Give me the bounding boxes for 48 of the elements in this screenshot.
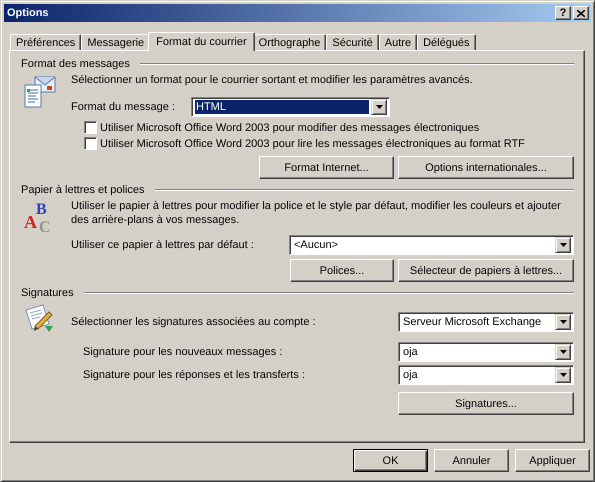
caret-icon — [560, 350, 566, 354]
close-icon — [577, 10, 585, 16]
caret-icon — [560, 373, 566, 377]
tab[interactable]: Format du courrier — [148, 32, 255, 51]
checkbox[interactable] — [84, 137, 97, 150]
dropdown-field[interactable]: oja — [398, 342, 574, 362]
help-button[interactable]: ? — [555, 6, 571, 20]
option-button[interactable]: Polices... — [290, 259, 394, 282]
dropdown-button[interactable] — [555, 314, 571, 330]
dropdown-button[interactable] — [555, 344, 571, 360]
section-title: Papier à lettres et polices — [21, 184, 145, 196]
field-label: Utiliser ce papier à lettres par défaut : — [71, 239, 254, 251]
close-button[interactable] — [573, 6, 589, 20]
tab[interactable]: Orthographe — [252, 34, 326, 50]
window-title: Options — [7, 7, 49, 19]
dropdown-button[interactable] — [555, 367, 571, 383]
section-description: Utiliser le papier à lettres pour modifier la police et le style par défaut, modifier les couleurs et ajouter des arrière-plans à vos messages. — [71, 199, 562, 227]
field-label: Format du message : — [71, 101, 176, 113]
checkbox[interactable] — [84, 121, 97, 134]
field-label: Signature pour les réponses et les transferts : — [83, 369, 305, 381]
dropdown-button[interactable] — [371, 99, 387, 115]
dialog-button[interactable]: Appliquer — [515, 449, 590, 472]
caret-icon — [560, 243, 566, 247]
checkbox-label: Utiliser Microsoft Office Word 2003 pour modifier des messages électroniques — [100, 122, 480, 134]
dropdown-button[interactable] — [555, 237, 571, 253]
caret-icon — [376, 105, 382, 109]
tab[interactable]: Messagerie — [81, 34, 150, 50]
dropdown-field[interactable]: <Aucun> — [289, 235, 574, 255]
section-title: Signatures — [21, 287, 74, 299]
field-label: Sélectionner les signatures associées au compte : — [71, 316, 316, 328]
dropdown-field[interactable]: oja — [398, 365, 574, 385]
tab[interactable]: Autre — [378, 34, 418, 50]
checkbox-label: Utiliser Microsoft Office Word 2003 pour lire les messages électroniques au format RTF — [100, 138, 525, 150]
caret-icon — [560, 320, 566, 324]
tab[interactable]: Sécurité — [326, 34, 379, 50]
option-button[interactable]: Options internationales... — [398, 156, 574, 179]
dropdown-field[interactable]: Serveur Microsoft Exchange — [398, 312, 574, 332]
dropdown-field[interactable]: HTML — [191, 97, 390, 117]
tab[interactable]: Délégués — [417, 34, 476, 50]
field-label: Signature pour les nouveaux messages : — [83, 346, 282, 358]
option-button[interactable]: Format Internet... — [259, 156, 394, 179]
tab[interactable]: Préférences — [10, 34, 82, 50]
signatures-button[interactable]: Signatures... — [398, 392, 574, 415]
section-title: Format des messages — [21, 58, 130, 70]
option-button[interactable]: Sélecteur de papiers à lettres... — [398, 259, 574, 282]
section-description: Sélectionner un format pour le courrier sortant et modifier les paramètres avancés. — [71, 73, 474, 87]
dialog-button[interactable]: Annuler — [434, 449, 509, 472]
dialog-button[interactable]: OK — [353, 449, 428, 472]
